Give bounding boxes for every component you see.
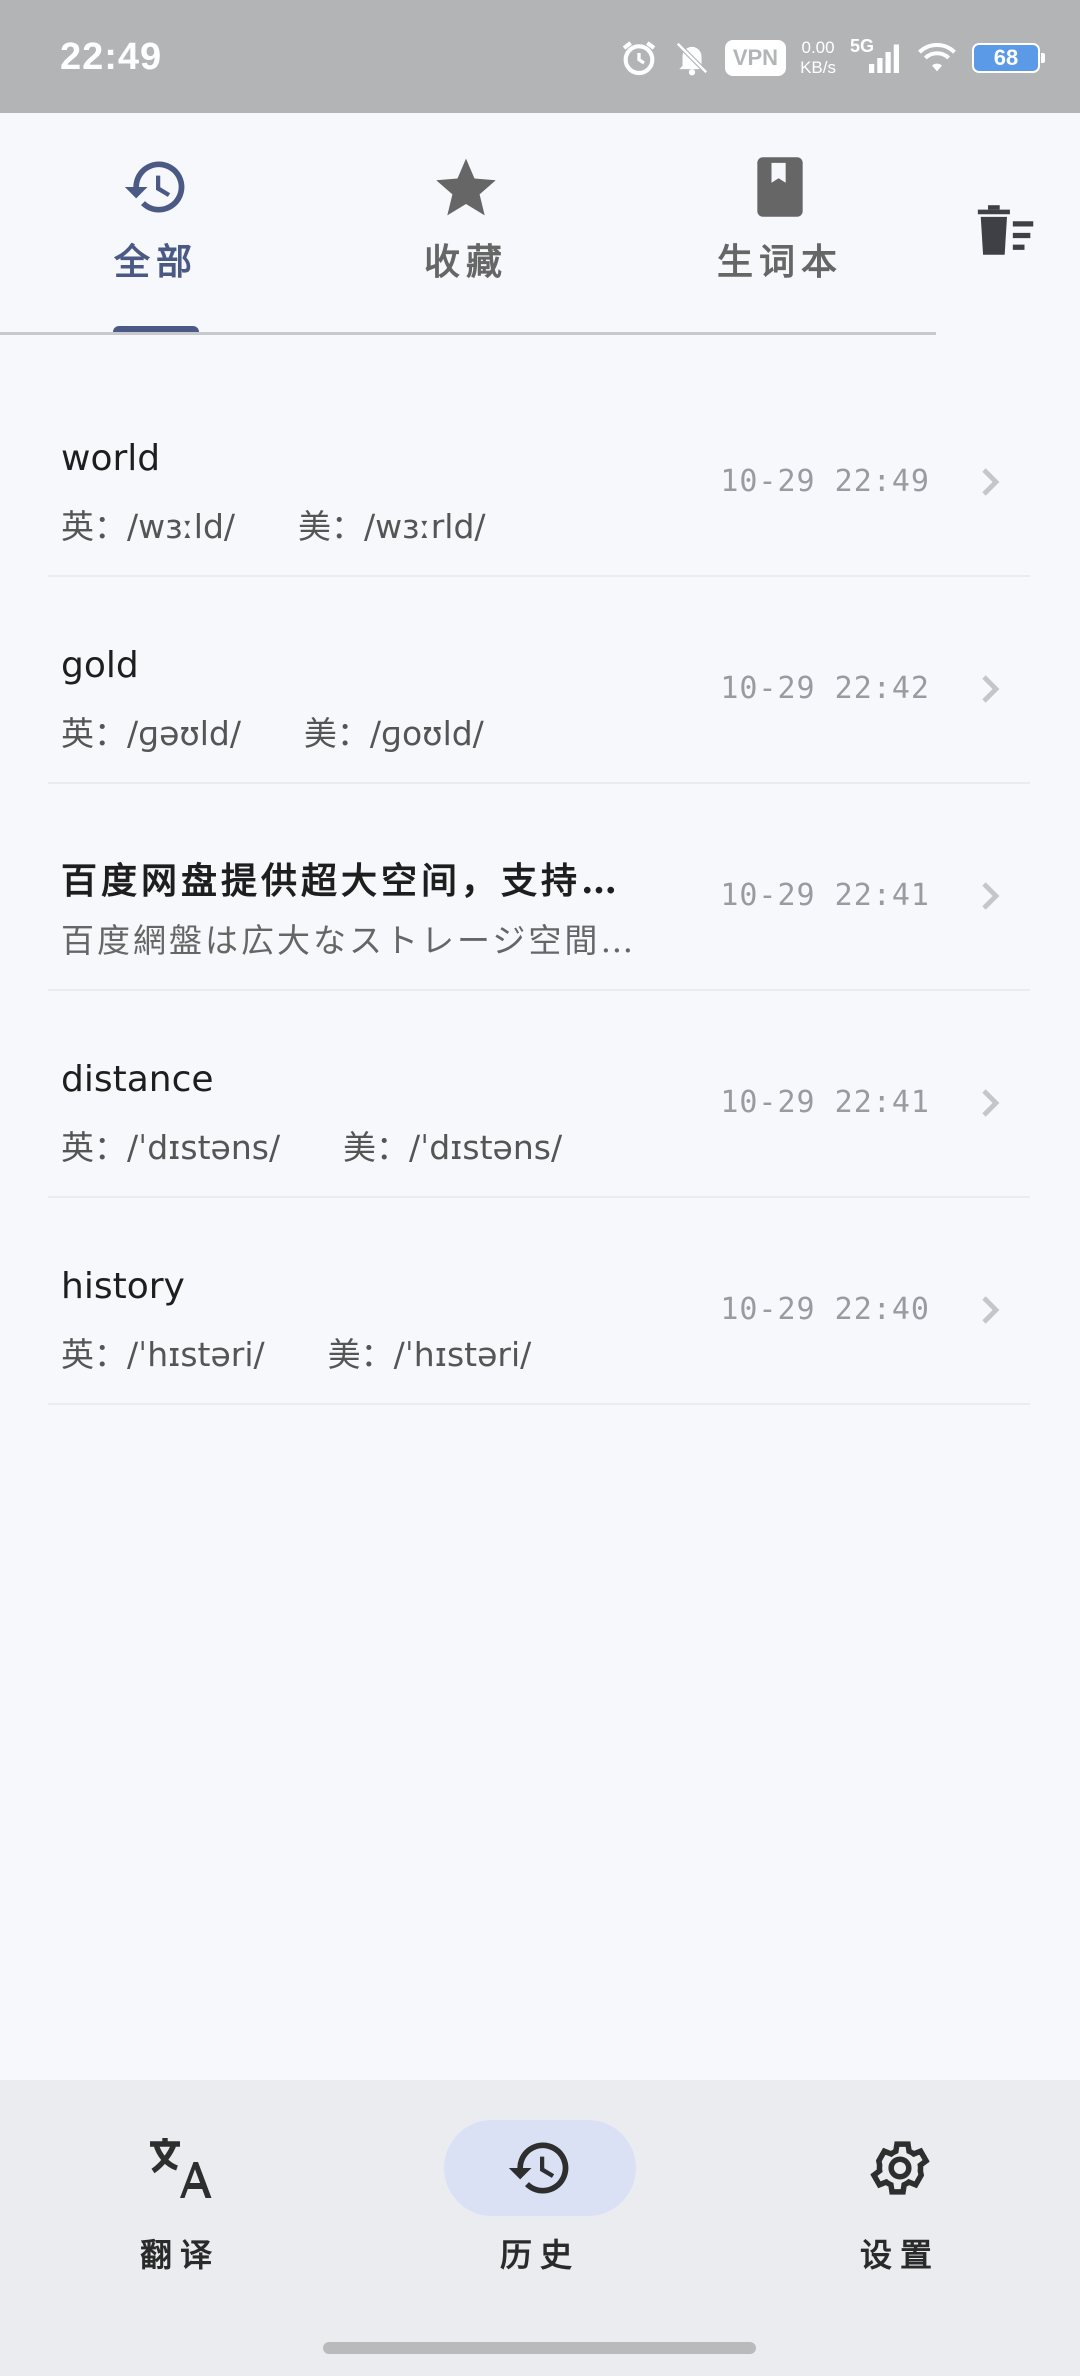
delete-sweep-icon[interactable] <box>972 195 1042 265</box>
mute-bell-icon <box>675 42 708 76</box>
entry-time: 10-29 22:41 <box>720 878 930 913</box>
entry-title: world <box>61 438 161 479</box>
alarm-icon <box>622 41 656 76</box>
nav-settings-label: 设置 <box>859 2236 940 2274</box>
entry-time: 10-29 22:40 <box>720 1292 930 1327</box>
net-speed: 0.00 KB/s <box>800 38 836 77</box>
entry-translation: 百度網盤は広大なストレージ空間… <box>61 921 637 960</box>
chevron-right-icon <box>982 1089 1000 1117</box>
nav-translate-pill <box>84 2120 276 2216</box>
tab-divider <box>0 332 936 335</box>
entry-time: 10-29 22:49 <box>720 464 930 499</box>
star-icon <box>436 158 496 216</box>
tab-vocabulary-label: 生词本 <box>716 241 843 283</box>
bottom-navigation: 翻译 历史 设置 <box>0 2080 1080 2376</box>
nav-settings[interactable]: 设置 <box>800 2120 1000 2276</box>
status-icons: VPN 0.00 KB/s 5G 68 <box>619 32 1045 84</box>
gear-icon <box>870 2141 930 2195</box>
bookmark-book-icon <box>757 157 803 217</box>
tab-favorites-label: 收藏 <box>423 241 508 283</box>
translate-icon <box>150 2138 212 2198</box>
entry-title: gold <box>61 645 139 686</box>
list-item[interactable]: distance 英：/ˈdɪstəns/ 美：/ˈdɪstəns/ 10-29… <box>48 991 1030 1198</box>
vpn-badge: VPN <box>724 40 787 76</box>
entry-phonetic: 英：/ɡəʊld/ 美：/ɡoʊld/ <box>61 714 484 753</box>
battery-icon: 68 <box>972 43 1045 73</box>
chevron-right-icon <box>982 882 1000 910</box>
entry-phonetic: 英：/wɜːld/ 美：/wɜːrld/ <box>61 507 486 546</box>
nav-history[interactable]: 历史 <box>440 2120 640 2276</box>
list-item[interactable]: world 英：/wɜːld/ 美：/wɜːrld/ 10-29 22:49 <box>48 370 1030 577</box>
list-item[interactable]: history 英：/ˈhɪstəri/ 美：/ˈhɪstəri/ 10-29 … <box>48 1198 1030 1405</box>
status-bar: 22:49 VPN 0.00 KB/s 5G 68 <box>0 0 1080 113</box>
history-filter-tabs: 全部 收藏 生词本 <box>0 113 1080 335</box>
tab-vocabulary[interactable]: 生词本 <box>680 153 880 293</box>
tab-all[interactable]: 全部 <box>56 153 256 293</box>
home-indicator[interactable] <box>323 2342 756 2354</box>
status-time: 22:49 <box>60 36 163 78</box>
wifi-icon <box>918 43 956 72</box>
history-icon <box>124 161 185 213</box>
entry-phonetic: 英：/ˈhɪstəri/ 美：/ˈhɪstəri/ <box>61 1335 532 1374</box>
entry-time: 10-29 22:41 <box>720 1085 930 1120</box>
nav-translate[interactable]: 翻译 <box>80 2120 280 2276</box>
list-item[interactable]: gold 英：/ɡəʊld/ 美：/ɡoʊld/ 10-29 22:42 <box>48 577 1030 784</box>
history-icon <box>508 2142 569 2194</box>
chevron-right-icon <box>982 1296 1000 1324</box>
list-item[interactable]: 百度网盘提供超大空间，支持… 百度網盤は広大なストレージ空間… 10-29 22… <box>48 784 1030 991</box>
entry-phonetic: 英：/ˈdɪstəns/ 美：/ˈdɪstəns/ <box>61 1128 563 1167</box>
entry-title: 百度网盘提供超大空间，支持… <box>61 860 622 902</box>
tab-favorites[interactable]: 收藏 <box>366 153 566 293</box>
nav-translate-label: 翻译 <box>139 2236 220 2274</box>
entry-title: history <box>61 1266 185 1307</box>
nav-history-label: 历史 <box>499 2236 580 2274</box>
nav-history-pill <box>444 2120 636 2216</box>
network-type: 5G <box>849 35 874 56</box>
history-list: world 英：/wɜːld/ 美：/wɜːrld/ 10-29 22:49 g… <box>48 370 1030 1405</box>
nav-settings-pill <box>804 2120 996 2216</box>
entry-time: 10-29 22:42 <box>720 671 930 706</box>
tab-all-label: 全部 <box>113 241 198 283</box>
chevron-right-icon <box>982 675 1000 703</box>
entry-title: distance <box>61 1059 214 1100</box>
chevron-right-icon <box>982 468 1000 496</box>
